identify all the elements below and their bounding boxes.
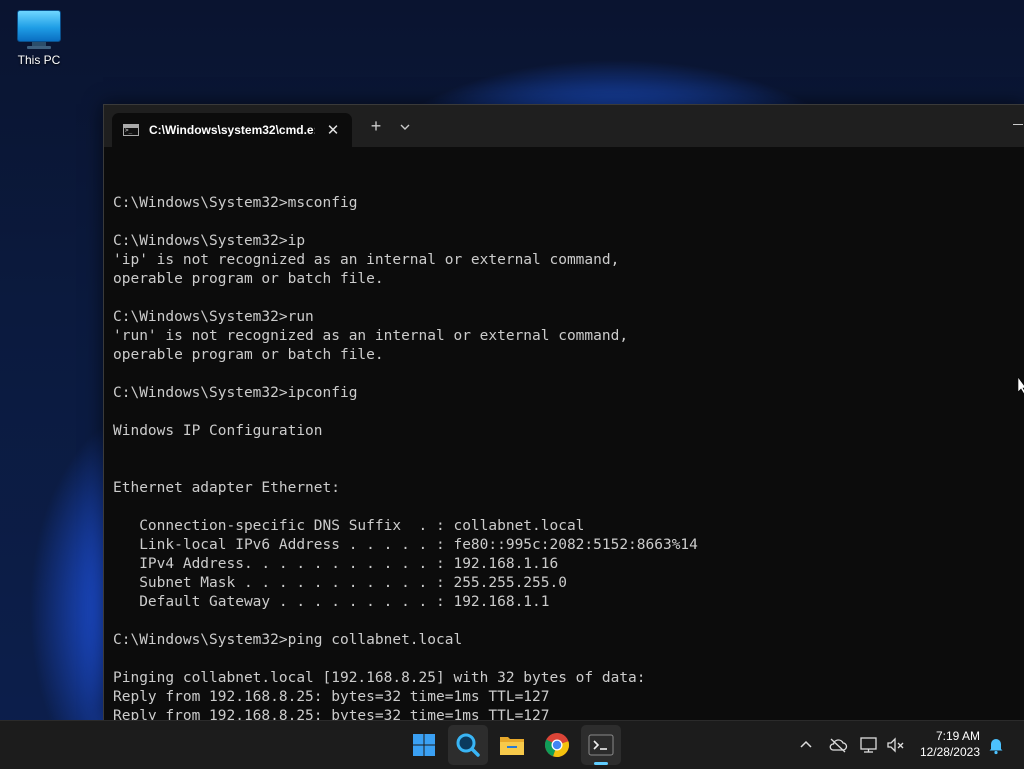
network-icon (860, 737, 877, 753)
terminal-window: C:\Windows\system32\cmd.e: ✕ + C:\Window… (103, 104, 1024, 724)
this-pc-icon (8, 10, 70, 49)
show-hidden-icons-button[interactable] (796, 735, 816, 755)
volume-tray-button[interactable] (886, 735, 906, 755)
volume-muted-icon (887, 737, 904, 753)
console-line: C:\Windows\System32>ipconfig (113, 385, 358, 401)
console-output[interactable]: C:\Windows\System32>msconfig C:\Windows\S… (113, 175, 1024, 726)
file-explorer-button[interactable] (492, 725, 532, 765)
onedrive-tray-button[interactable] (828, 735, 848, 755)
new-tab-button[interactable]: + (366, 116, 386, 137)
notification-bell-icon (989, 739, 1003, 755)
desktop-icon-this-pc[interactable]: This PC (8, 10, 70, 67)
console-line: Pinging collabnet.local [192.168.8.25] w… (113, 670, 646, 686)
chrome-button[interactable] (537, 725, 577, 765)
start-button[interactable] (404, 725, 444, 765)
console-line: operable program or batch file. (113, 347, 384, 363)
close-tab-button[interactable]: ✕ (324, 121, 342, 139)
minimize-button[interactable] (1007, 115, 1024, 135)
folder-icon (500, 737, 524, 755)
console-line: 'ip' is not recognized as an internal or… (113, 252, 620, 268)
clock-time: 7:19 AM (935, 729, 980, 743)
running-indicator (594, 762, 608, 765)
clock-date: 12/28/2023 (919, 745, 980, 759)
cmd-icon (123, 124, 139, 136)
tab-cmd[interactable]: C:\Windows\system32\cmd.e: ✕ (112, 113, 352, 147)
notifications-button[interactable] (986, 735, 1006, 755)
cloud-offline-icon (829, 738, 848, 753)
taskbar: 7:19 AM 12/28/2023 (0, 720, 1024, 769)
console-line: IPv4 Address. . . . . . . . . . . : 192.… (113, 556, 559, 572)
console-line: Ethernet adapter Ethernet: (113, 480, 340, 496)
search-button[interactable] (448, 725, 488, 765)
chevron-up-icon (800, 740, 812, 748)
console-line: Subnet Mask . . . . . . . . . . . : 255.… (113, 575, 567, 591)
console-line: operable program or batch file. (113, 271, 384, 287)
taskbar-clock[interactable]: 7:19 AM 12/28/2023 (920, 728, 980, 760)
console-line: C:\Windows\System32>ping collabnet.local (113, 632, 463, 648)
tab-dropdown-button[interactable] (397, 120, 413, 134)
terminal-button[interactable] (581, 725, 621, 765)
terminal-icon (588, 734, 614, 756)
console-line: Windows IP Configuration (113, 423, 323, 439)
chevron-down-icon (400, 124, 410, 130)
title-bar[interactable]: C:\Windows\system32\cmd.e: ✕ + (104, 105, 1024, 147)
console-line: C:\Windows\System32>run (113, 309, 314, 325)
console-line: Default Gateway . . . . . . . . . : 192.… (113, 594, 550, 610)
tab-title: C:\Windows\system32\cmd.e: (149, 123, 315, 137)
desktop-icon-label: This PC (17, 53, 61, 67)
search-icon (456, 733, 480, 757)
console-line: Link-local IPv6 Address . . . . . : fe80… (113, 537, 698, 553)
console-line: Connection-specific DNS Suffix . : colla… (113, 518, 585, 534)
console-line: C:\Windows\System32>msconfig (113, 195, 358, 211)
console-line: 'run' is not recognized as an internal o… (113, 328, 629, 344)
windows-logo-icon (413, 734, 435, 756)
chrome-icon (544, 733, 570, 757)
network-tray-button[interactable] (859, 735, 879, 755)
console-line: C:\Windows\System32>ip (113, 233, 306, 249)
console-line: Reply from 192.168.8.25: bytes=32 time=1… (113, 689, 550, 705)
mouse-cursor-icon (1018, 377, 1024, 395)
